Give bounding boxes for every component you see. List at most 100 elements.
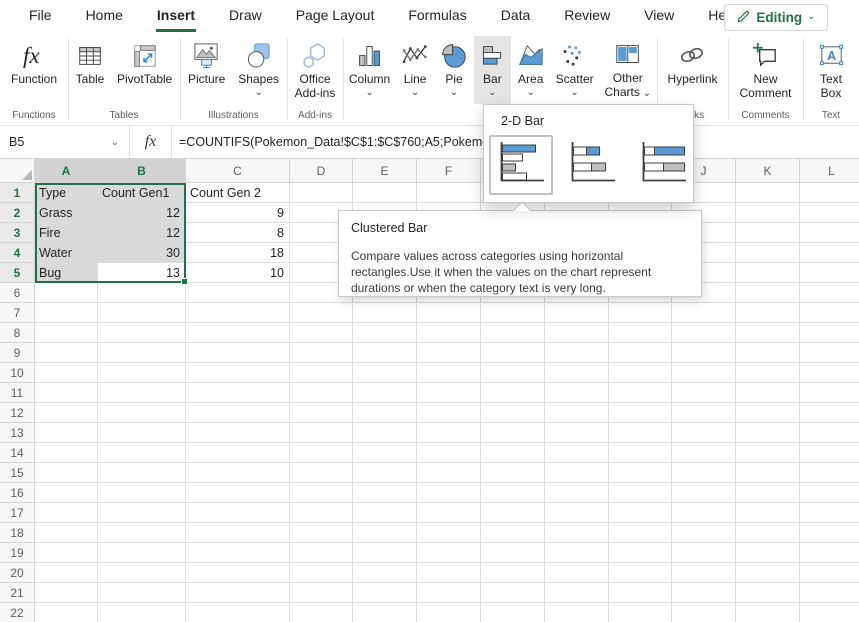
cell-G17[interactable] (481, 503, 545, 523)
cell-F9[interactable] (417, 343, 481, 363)
cell-F12[interactable] (417, 403, 481, 423)
cell-F15[interactable] (417, 463, 481, 483)
cell-D14[interactable] (290, 443, 353, 463)
row-header-7[interactable]: 7 (0, 303, 35, 323)
cell-E8[interactable] (353, 323, 417, 343)
cell-E19[interactable] (353, 543, 417, 563)
row-header-12[interactable]: 12 (0, 403, 35, 423)
cell-E22[interactable] (353, 603, 417, 622)
pivottable-button[interactable]: PivotTable (112, 36, 177, 100)
cell-J16[interactable] (672, 483, 736, 503)
cell-K5[interactable] (736, 263, 800, 283)
cell-B7[interactable] (98, 303, 186, 323)
menu-tab-view[interactable]: View (627, 0, 691, 33)
menu-tab-page-layout[interactable]: Page Layout (279, 0, 392, 33)
row-header-5[interactable]: 5 (0, 263, 35, 283)
cell-L15[interactable] (800, 463, 859, 483)
other-charts-button[interactable]: OtherCharts ⌄ (600, 36, 657, 100)
cell-I8[interactable] (609, 323, 672, 343)
area-button[interactable]: Area⌄ (512, 36, 550, 100)
cell-C3[interactable]: 8 (186, 223, 290, 243)
column-header-K[interactable]: K (736, 159, 800, 183)
cell-G8[interactable] (481, 323, 545, 343)
cell-H22[interactable] (545, 603, 609, 622)
row-header-2[interactable]: 2 (0, 203, 35, 223)
cell-H11[interactable] (545, 383, 609, 403)
cell-C14[interactable] (186, 443, 290, 463)
cell-A11[interactable] (35, 383, 98, 403)
cell-A20[interactable] (35, 563, 98, 583)
cell-I13[interactable] (609, 423, 672, 443)
cell-K11[interactable] (736, 383, 800, 403)
column-header-A[interactable]: A (35, 159, 98, 183)
cell-J9[interactable] (672, 343, 736, 363)
cell-I17[interactable] (609, 503, 672, 523)
cell-C17[interactable] (186, 503, 290, 523)
cell-I12[interactable] (609, 403, 672, 423)
cell-B3[interactable]: 12 (98, 223, 186, 243)
cell-A16[interactable] (35, 483, 98, 503)
cell-J21[interactable] (672, 583, 736, 603)
cell-L21[interactable] (800, 583, 859, 603)
cell-K22[interactable] (736, 603, 800, 622)
cell-A7[interactable] (35, 303, 98, 323)
row-header-14[interactable]: 14 (0, 443, 35, 463)
cell-F16[interactable] (417, 483, 481, 503)
cell-E13[interactable] (353, 423, 417, 443)
cell-E16[interactable] (353, 483, 417, 503)
cell-J12[interactable] (672, 403, 736, 423)
row-header-22[interactable]: 22 (0, 603, 35, 622)
cell-H14[interactable] (545, 443, 609, 463)
cell-B19[interactable] (98, 543, 186, 563)
cell-B16[interactable] (98, 483, 186, 503)
cell-D13[interactable] (290, 423, 353, 443)
cell-D16[interactable] (290, 483, 353, 503)
cell-C11[interactable] (186, 383, 290, 403)
cell-L19[interactable] (800, 543, 859, 563)
cell-C21[interactable] (186, 583, 290, 603)
row-header-20[interactable]: 20 (0, 563, 35, 583)
cell-K6[interactable] (736, 283, 800, 303)
cell-B14[interactable] (98, 443, 186, 463)
name-box[interactable]: B5 ⌄ (0, 126, 130, 158)
cell-D22[interactable] (290, 603, 353, 622)
cell-F22[interactable] (417, 603, 481, 622)
cell-B6[interactable] (98, 283, 186, 303)
column-header-D[interactable]: D (290, 159, 353, 183)
cell-L9[interactable] (800, 343, 859, 363)
cell-E10[interactable] (353, 363, 417, 383)
cell-A5[interactable]: Bug (35, 263, 98, 283)
cell-F13[interactable] (417, 423, 481, 443)
cell-C18[interactable] (186, 523, 290, 543)
column-header-L[interactable]: L (800, 159, 859, 183)
cell-C8[interactable] (186, 323, 290, 343)
row-header-15[interactable]: 15 (0, 463, 35, 483)
cell-D8[interactable] (290, 323, 353, 343)
cell-G18[interactable] (481, 523, 545, 543)
row-header-3[interactable]: 3 (0, 223, 35, 243)
row-header-21[interactable]: 21 (0, 583, 35, 603)
cell-F18[interactable] (417, 523, 481, 543)
clustered-bar-option[interactable] (489, 135, 553, 195)
cell-F14[interactable] (417, 443, 481, 463)
cell-A15[interactable] (35, 463, 98, 483)
cell-G16[interactable] (481, 483, 545, 503)
menu-tab-file[interactable]: File (12, 0, 69, 33)
cell-H15[interactable] (545, 463, 609, 483)
cell-I18[interactable] (609, 523, 672, 543)
cell-L1[interactable] (800, 183, 859, 203)
cell-L6[interactable] (800, 283, 859, 303)
cell-E21[interactable] (353, 583, 417, 603)
cell-I11[interactable] (609, 383, 672, 403)
cell-L10[interactable] (800, 363, 859, 383)
row-header-6[interactable]: 6 (0, 283, 35, 303)
cell-I21[interactable] (609, 583, 672, 603)
cell-A13[interactable] (35, 423, 98, 443)
cell-J13[interactable] (672, 423, 736, 443)
stacked-bar-option[interactable] (560, 135, 624, 195)
cell-A14[interactable] (35, 443, 98, 463)
cell-J10[interactable] (672, 363, 736, 383)
cell-G10[interactable] (481, 363, 545, 383)
cell-F21[interactable] (417, 583, 481, 603)
cell-C4[interactable]: 18 (186, 243, 290, 263)
